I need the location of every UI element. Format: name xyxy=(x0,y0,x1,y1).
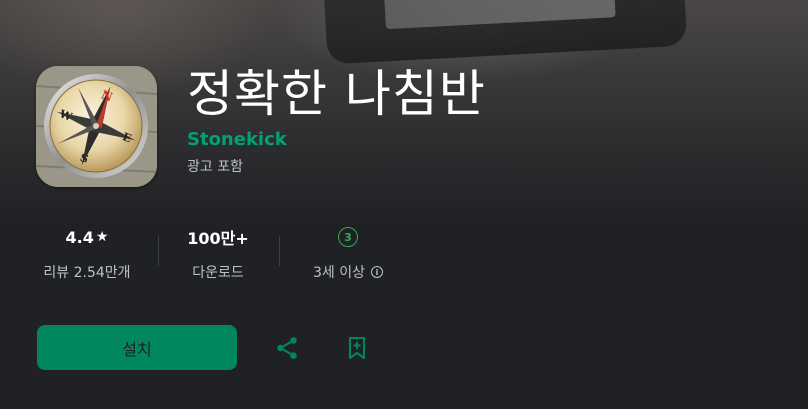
contains-ads-label: 광고 포함 xyxy=(187,159,243,175)
review-count: 리뷰 2.54만개 xyxy=(43,265,131,281)
install-button[interactable]: 설치 xyxy=(37,325,237,370)
content-rating-stat[interactable]: 3 3세 이상 i xyxy=(300,226,396,282)
compass-icon: N S W E xyxy=(36,66,157,187)
downloads-stat: 100만+ 다운로드 xyxy=(180,226,256,282)
rating-value: 4.4 xyxy=(65,227,94,247)
rating-stat[interactable]: 4.4 ★ 리뷰 2.54만개 xyxy=(38,226,136,282)
stat-divider xyxy=(158,236,159,266)
share-icon xyxy=(277,337,297,359)
app-title: 정확한 나침반 xyxy=(187,65,486,123)
info-icon[interactable]: i xyxy=(371,266,383,278)
add-to-wishlist-button[interactable] xyxy=(338,329,376,367)
bookmark-add-icon xyxy=(349,337,365,359)
age-rating-badge: 3 xyxy=(338,227,358,247)
developer-link[interactable]: Stonekick xyxy=(187,129,287,150)
stat-divider xyxy=(279,236,280,266)
downloads-value: 100만+ xyxy=(187,229,249,248)
app-icon: N S W E xyxy=(36,66,157,187)
share-button[interactable] xyxy=(268,329,306,367)
age-rating-label: 3세 이상 xyxy=(313,265,365,281)
star-icon: ★ xyxy=(95,229,109,245)
downloads-label: 다운로드 xyxy=(192,265,244,281)
